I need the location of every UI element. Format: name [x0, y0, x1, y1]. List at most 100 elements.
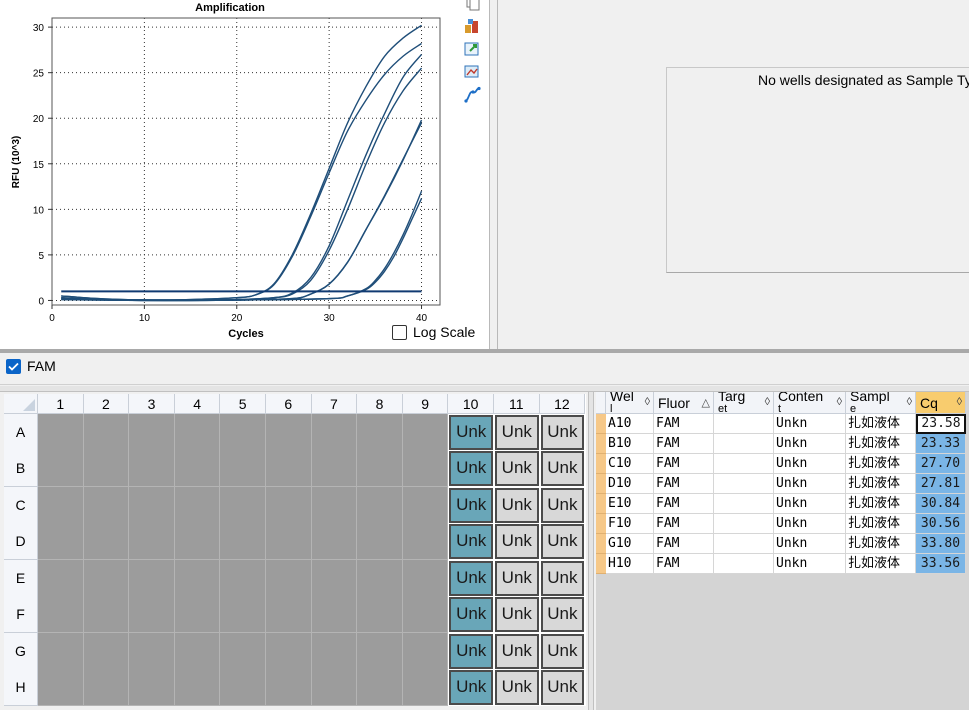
- table-cell-well[interactable]: A10: [606, 414, 654, 434]
- plate-column-header[interactable]: 11: [494, 394, 540, 414]
- plate-well-unknown[interactable]: Unk: [540, 415, 585, 450]
- sort-icon[interactable]: ◊: [957, 396, 962, 408]
- plate-well-empty[interactable]: [129, 633, 175, 670]
- table-cell-sample[interactable]: 扎如液体: [846, 414, 916, 434]
- plate-well-unknown[interactable]: Unk: [540, 451, 585, 486]
- plate-well-empty[interactable]: [402, 523, 449, 560]
- row-selector[interactable]: [596, 534, 606, 554]
- plate-well-empty[interactable]: [266, 487, 312, 524]
- table-cell-fluor[interactable]: FAM: [654, 534, 714, 554]
- plate-well-unknown[interactable]: Unk: [495, 561, 539, 596]
- plate-well-empty[interactable]: [402, 487, 449, 524]
- row-selector[interactable]: [596, 514, 606, 534]
- plate-well-empty[interactable]: [220, 669, 266, 706]
- table-cell-target[interactable]: [714, 494, 774, 514]
- plate-well-empty[interactable]: [357, 523, 403, 560]
- table-header-target[interactable]: Targ et ◊: [714, 392, 774, 414]
- plate-well-empty[interactable]: [129, 450, 175, 487]
- plate-well-unknown[interactable]: Unk: [449, 597, 493, 632]
- table-cell-fluor[interactable]: FAM: [654, 414, 714, 434]
- plate-well-empty[interactable]: [220, 596, 266, 633]
- plate-well-empty[interactable]: [83, 487, 130, 524]
- table-cell-content[interactable]: Unkn: [774, 554, 846, 574]
- plate-select-all[interactable]: [4, 394, 38, 414]
- table-cell-well[interactable]: C10: [606, 454, 654, 474]
- plate-well-empty[interactable]: [402, 414, 449, 451]
- plate-column-header[interactable]: 3: [129, 394, 175, 414]
- plate-well-empty[interactable]: [357, 487, 403, 524]
- row-selector[interactable]: [596, 454, 606, 474]
- table-cell-fluor[interactable]: FAM: [654, 434, 714, 454]
- plate-well-unknown[interactable]: Unk: [495, 670, 539, 705]
- plate-well-empty[interactable]: [83, 596, 130, 633]
- plate-well-empty[interactable]: [357, 560, 403, 597]
- table-cell-sample[interactable]: 扎如液体: [846, 474, 916, 494]
- plate-well-empty[interactable]: [402, 450, 449, 487]
- plate-well-unknown[interactable]: Unk: [449, 415, 493, 450]
- plate-row-header[interactable]: D: [4, 523, 38, 560]
- table-cell-sample[interactable]: 扎如液体: [846, 434, 916, 454]
- table-cell-well[interactable]: H10: [606, 554, 654, 574]
- plate-well-empty[interactable]: [357, 450, 403, 487]
- table-cell-cq[interactable]: 30.84: [916, 494, 966, 514]
- table-cell-fluor[interactable]: FAM: [654, 494, 714, 514]
- plate-well-empty[interactable]: [129, 669, 175, 706]
- plate-well-empty[interactable]: [357, 414, 403, 451]
- copy-icon[interactable]: [463, 0, 481, 12]
- plate-well-empty[interactable]: [220, 487, 266, 524]
- plate-well-empty[interactable]: [174, 560, 221, 597]
- plate-well-unknown[interactable]: Unk: [495, 524, 539, 559]
- plate-well-empty[interactable]: [266, 560, 312, 597]
- plate-row-header[interactable]: E: [4, 560, 38, 597]
- table-cell-content[interactable]: Unkn: [774, 434, 846, 454]
- plate-well-empty[interactable]: [311, 633, 358, 670]
- plate-well-empty[interactable]: [38, 633, 84, 670]
- plate-well-empty[interactable]: [266, 523, 312, 560]
- table-cell-fluor[interactable]: FAM: [654, 554, 714, 574]
- sort-icon[interactable]: △: [702, 396, 710, 409]
- plate-well-unknown[interactable]: Unk: [495, 597, 539, 632]
- plate-well-unknown[interactable]: Unk: [540, 634, 585, 669]
- export-chart-icon[interactable]: [463, 40, 481, 58]
- row-selector[interactable]: [596, 494, 606, 514]
- plate-well-empty[interactable]: [174, 487, 221, 524]
- plate-column-header[interactable]: 9: [402, 394, 449, 414]
- plate-column-header[interactable]: 4: [174, 394, 221, 414]
- table-cell-target[interactable]: [714, 514, 774, 534]
- row-selector[interactable]: [596, 414, 606, 434]
- plate-well-empty[interactable]: [83, 414, 130, 451]
- plate-well-empty[interactable]: [266, 633, 312, 670]
- plate-well-empty[interactable]: [174, 523, 221, 560]
- table-cell-cq[interactable]: 33.80: [916, 534, 966, 554]
- table-cell-cq[interactable]: 23.33: [916, 434, 966, 454]
- plate-column-header[interactable]: 8: [357, 394, 403, 414]
- log-scale-checkbox[interactable]: [392, 324, 407, 340]
- plate-well-empty[interactable]: [129, 523, 175, 560]
- plate-well-unknown[interactable]: Unk: [540, 524, 585, 559]
- plate-column-header[interactable]: 1: [38, 394, 84, 414]
- table-cell-content[interactable]: Unkn: [774, 454, 846, 474]
- table-header-fluor[interactable]: Fluor △: [654, 392, 714, 414]
- plate-well-empty[interactable]: [311, 450, 358, 487]
- row-selector[interactable]: [596, 474, 606, 494]
- plate-well-unknown[interactable]: Unk: [449, 561, 493, 596]
- table-cell-sample[interactable]: 扎如液体: [846, 514, 916, 534]
- table-header-well[interactable]: Wel l ◊: [606, 392, 654, 414]
- plate-well-empty[interactable]: [266, 596, 312, 633]
- plate-well-empty[interactable]: [83, 633, 130, 670]
- plate-well-empty[interactable]: [402, 669, 449, 706]
- plate-well-empty[interactable]: [38, 414, 84, 451]
- plate-well-empty[interactable]: [38, 596, 84, 633]
- plate-column-header[interactable]: 2: [83, 394, 130, 414]
- plate-well-unknown[interactable]: Unk: [495, 634, 539, 669]
- plate-well-unknown[interactable]: Unk: [449, 524, 493, 559]
- table-cell-target[interactable]: [714, 534, 774, 554]
- plate-well-empty[interactable]: [311, 596, 358, 633]
- table-cell-sample[interactable]: 扎如液体: [846, 454, 916, 474]
- plate-well-unknown[interactable]: Unk: [495, 415, 539, 450]
- table-cell-sample[interactable]: 扎如液体: [846, 534, 916, 554]
- table-cell-content[interactable]: Unkn: [774, 474, 846, 494]
- plate-well-empty[interactable]: [174, 633, 221, 670]
- plate-well-empty[interactable]: [220, 523, 266, 560]
- plate-well-empty[interactable]: [220, 450, 266, 487]
